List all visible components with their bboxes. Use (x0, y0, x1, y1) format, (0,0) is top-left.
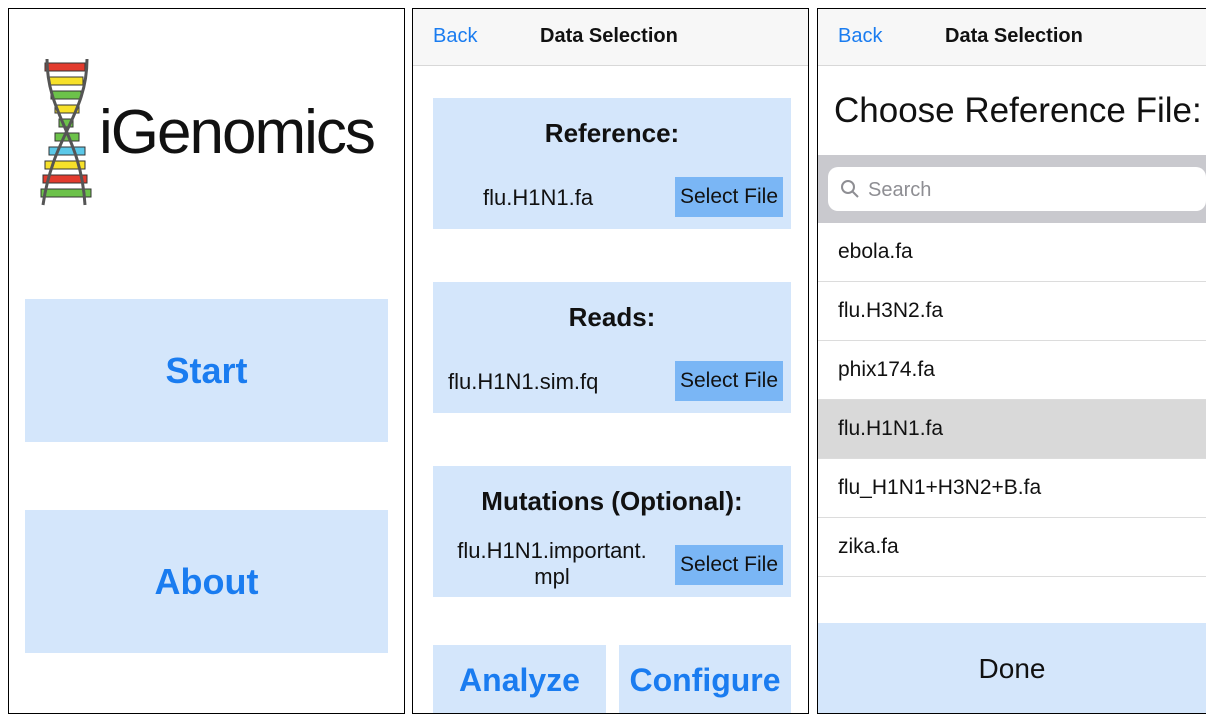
about-button[interactable]: About (25, 510, 388, 653)
reads-file-name: flu.H1N1.sim.fq (448, 369, 599, 394)
picker-heading: Choose Reference File: (834, 91, 1202, 130)
reads-select-file-button[interactable]: Select File (675, 361, 783, 401)
start-button[interactable]: Start (25, 299, 388, 442)
data-selection-screen: Back Data Selection Reference: flu.H1N1.… (412, 8, 809, 714)
reads-card: Reads: flu.H1N1.sim.fq Select File (433, 282, 791, 413)
reference-card: Reference: flu.H1N1.fa Select File (433, 98, 791, 229)
configure-button[interactable]: Configure (619, 645, 791, 713)
nav-bar: Back Data Selection (413, 9, 808, 66)
mutations-select-file-button[interactable]: Select File (675, 545, 783, 585)
back-button[interactable]: Back (433, 25, 477, 48)
reference-select-file-button[interactable]: Select File (675, 177, 783, 217)
file-row[interactable]: flu.H3N2.fa (818, 282, 1206, 341)
nav-title: Data Selection (540, 25, 678, 47)
reference-file-name: flu.H1N1.fa (483, 185, 594, 210)
app-name: iGenomics (99, 98, 376, 167)
reads-title: Reads: (568, 302, 656, 332)
done-button[interactable]: Done (818, 623, 1206, 713)
reference-title: Reference: (544, 118, 680, 148)
file-row[interactable]: zika.fa (818, 518, 1206, 577)
home-screen: iGenomics Start About (8, 8, 405, 714)
mutations-file-name: flu.H1N1.important. mpl (457, 538, 647, 589)
analyze-button[interactable]: Analyze (433, 645, 606, 713)
file-row[interactable]: ebola.fa (818, 223, 1206, 282)
reference-picker-screen: Back Data Selection Choose Reference Fil… (817, 8, 1206, 714)
back-button[interactable]: Back (838, 25, 882, 48)
file-row-selected[interactable]: flu.H1N1.fa (818, 400, 1206, 459)
mutations-title: Mutations (Optional): (481, 486, 743, 516)
nav-bar: Back Data Selection (818, 9, 1206, 66)
search-icon (841, 180, 859, 198)
file-list: ebola.fa flu.H3N2.fa phix174.fa flu.H1N1… (818, 223, 1206, 577)
file-row[interactable]: phix174.fa (818, 341, 1206, 400)
search-field[interactable] (828, 167, 1206, 211)
nav-title: Data Selection (945, 25, 1083, 47)
search-bar (818, 155, 1206, 223)
search-input[interactable] (866, 175, 1170, 205)
file-row[interactable]: flu_H1N1+H3N2+B.fa (818, 459, 1206, 518)
mutations-card: Mutations (Optional): flu.H1N1.important… (433, 466, 791, 597)
